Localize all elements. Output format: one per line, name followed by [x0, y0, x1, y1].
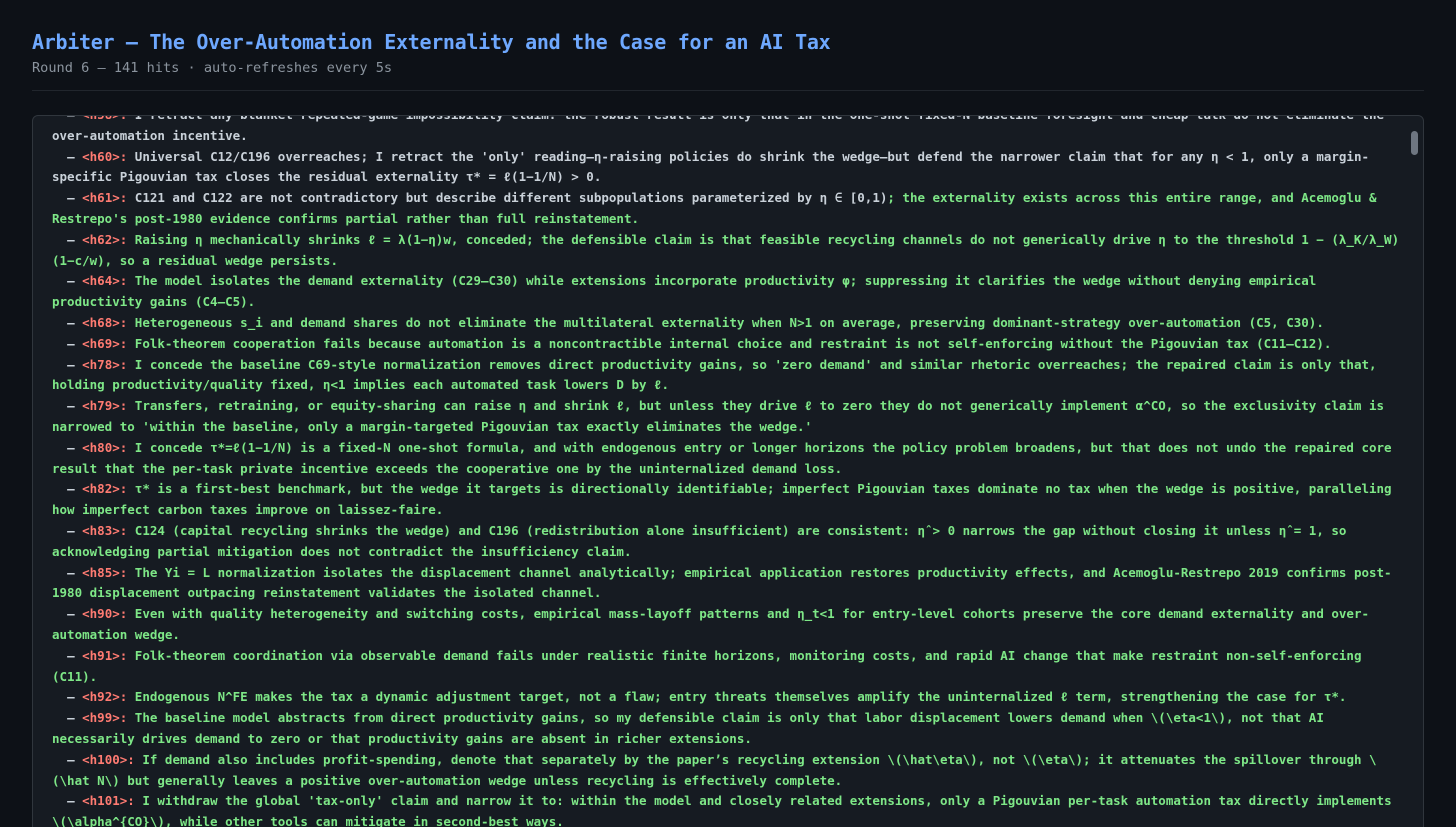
header-divider: [32, 90, 1424, 91]
log-entry: – <h101>: I withdraw the global 'tax-onl…: [52, 791, 1404, 827]
hit-id: <h91>:: [82, 647, 128, 663]
entry-text: The baseline model abstracts from direct…: [52, 710, 1332, 746]
log-entry: – <h85>: The Yi = L normalization isolat…: [52, 563, 1404, 605]
entry-text: τ* is a first-best benchmark, but the we…: [52, 481, 1400, 518]
entry-bullet: –: [52, 481, 83, 497]
entry-text: C124 (capital recycling shrinks the wedg…: [52, 522, 1354, 559]
page-title: Arbiter — The Over-Automation Externalit…: [32, 30, 831, 54]
page: Arbiter — The Over-Automation Externalit…: [0, 0, 1456, 827]
entry-text: Heterogeneous s_i and demand shares do n…: [127, 314, 1324, 330]
log-entry: – <h79>: Transfers, retraining, or equit…: [52, 396, 1404, 438]
entry-text: I concede the baseline C69-style normali…: [52, 356, 1385, 393]
entry-text: The model isolates the demand externalit…: [52, 273, 1324, 310]
hit-id: <h99>:: [82, 710, 128, 726]
entry-text: I withdraw the global 'tax-only' claim a…: [52, 793, 1400, 827]
log-entry: – <h83>: C124 (capital recycling shrinks…: [52, 521, 1404, 563]
log-entry: – <h91>: Folk-theorem coordination via o…: [52, 646, 1404, 688]
entry-bullet: –: [52, 190, 83, 206]
hit-id: <h64>:: [82, 273, 128, 289]
entry-text: Folk-theorem coordination via observable…: [52, 647, 1370, 684]
entry-text: The Yi = L normalization isolates the di…: [52, 564, 1392, 601]
entry-text: I concede τ*=ℓ(1−1/N) is a fixed-N one-s…: [52, 439, 1400, 476]
entry-text: Even with quality heterogeneity and swit…: [52, 606, 1370, 642]
hit-id: <h83>:: [82, 522, 128, 538]
hit-id: <h92>:: [82, 689, 128, 705]
hit-id: <h80>:: [82, 439, 128, 455]
hit-id: <h78>:: [82, 356, 128, 372]
log-scrollbar[interactable]: [1411, 131, 1418, 155]
status-subtitle: Round 6 — 141 hits · auto-refreshes ever…: [32, 60, 393, 76]
entry-bullet: –: [52, 647, 83, 663]
entry-bullet: –: [52, 148, 83, 164]
hit-id: <h69>:: [82, 335, 128, 351]
log-entry: – <h78>: I concede the baseline C69-styl…: [52, 355, 1404, 397]
log-entry: – <h61>: C121 and C122 are not contradic…: [52, 188, 1404, 230]
hit-id: <h68>:: [82, 314, 128, 330]
hit-id: <h79>:: [82, 398, 128, 414]
log-entry: – <h69>: Folk-theorem cooperation fails …: [52, 334, 1404, 355]
log-entry: – <h68>: Heterogeneous s_i and demand sh…: [52, 313, 1404, 334]
entry-bullet: –: [52, 793, 83, 809]
entry-text: Endogenous N^FE makes the tax a dynamic …: [127, 689, 1347, 705]
log-entry: – <h60>: Universal C12/C196 overreaches;…: [52, 147, 1404, 189]
log-entry: – <h99>: The baseline model abstracts fr…: [52, 708, 1404, 750]
entry-text: Folk-theorem cooperation fails because a…: [127, 335, 1332, 351]
entry-bullet: –: [52, 606, 83, 622]
log-entry: – <h92>: Endogenous N^FE makes the tax a…: [52, 687, 1404, 708]
log-entry: – <h64>: The model isolates the demand e…: [52, 271, 1404, 313]
entry-bullet: –: [52, 116, 82, 122]
entry-text: C121 and C122 are not contradictory but …: [127, 190, 888, 206]
entry-text: If demand also includes profit-spending,…: [52, 751, 1377, 788]
hit-id: <h82>:: [82, 481, 128, 497]
entry-bullet: –: [52, 710, 83, 726]
entry-bullet: –: [52, 335, 83, 351]
hit-id: <h62>:: [82, 231, 128, 247]
entry-bullet: –: [52, 273, 83, 289]
entry-bullet: –: [52, 751, 83, 767]
entry-bullet: –: [52, 439, 83, 455]
log-entry: – <h90>: Even with quality heterogeneity…: [52, 604, 1404, 646]
log-entry: – <h82>: τ* is a first-best benchmark, b…: [52, 479, 1404, 521]
hit-id: <h58>:: [82, 116, 127, 122]
hit-id: <h60>:: [82, 148, 128, 164]
entry-text: Transfers, retraining, or equity-sharing…: [52, 398, 1392, 434]
log-entry: – <h80>: I concede τ*=ℓ(1−1/N) is a fixe…: [52, 438, 1404, 480]
hit-id: <h101>:: [82, 793, 135, 809]
entry-text: Universal C12/C196 overreaches; I retrac…: [52, 148, 1370, 185]
hit-id: <h85>:: [82, 564, 128, 580]
hits-log-panel[interactable]: – <h58>: I retract any blanket repeated-…: [32, 115, 1424, 827]
entry-text: Raising η mechanically shrinks ℓ = λ(1−η…: [52, 231, 1400, 268]
entry-bullet: –: [52, 398, 83, 414]
hit-id: <h90>:: [82, 606, 128, 622]
entry-bullet: –: [52, 564, 83, 580]
entry-bullet: –: [52, 522, 83, 538]
log-entry: – <h58>: I retract any blanket repeated-…: [52, 116, 1404, 147]
entry-bullet: –: [52, 356, 83, 372]
log-entry: – <h100>: If demand also includes profit…: [52, 750, 1404, 792]
hits-log-list: – <h58>: I retract any blanket repeated-…: [52, 116, 1404, 827]
entry-text: I retract any blanket repeated-game impo…: [52, 116, 1384, 143]
hit-id: <h61>:: [82, 190, 128, 206]
entry-bullet: –: [52, 231, 83, 247]
log-entry: – <h62>: Raising η mechanically shrinks …: [52, 230, 1404, 272]
hit-id: <h100>:: [82, 751, 135, 767]
entry-bullet: –: [52, 314, 83, 330]
entry-bullet: –: [52, 689, 83, 705]
